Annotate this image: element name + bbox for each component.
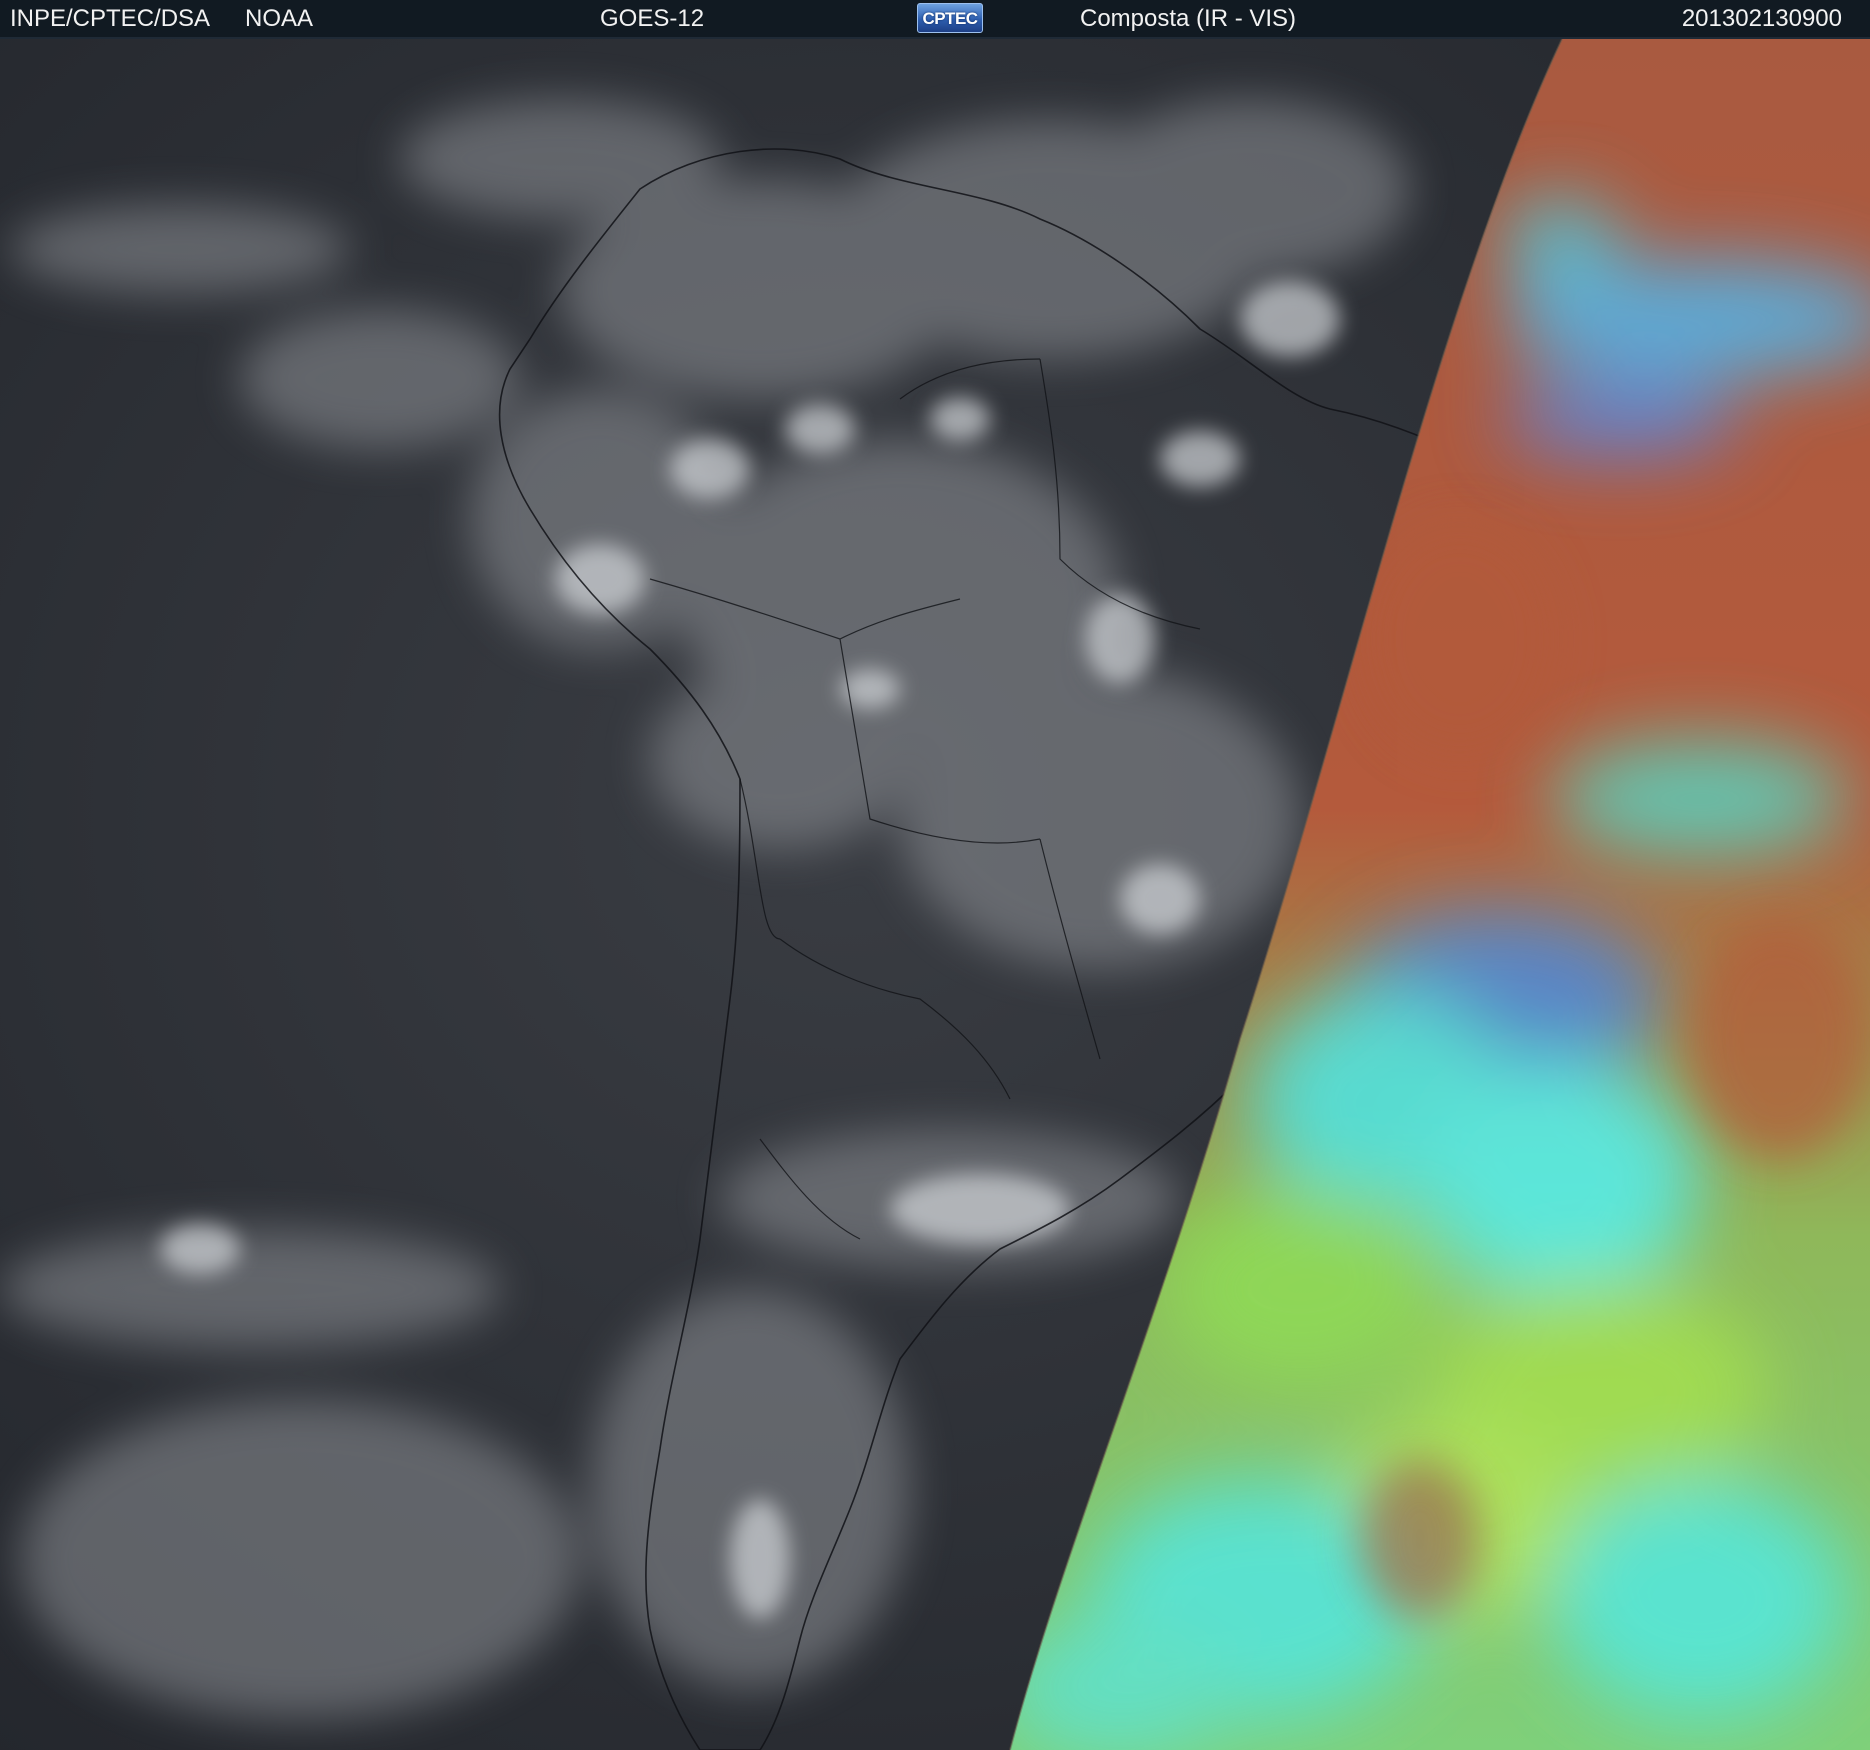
- cptec-logo: CPTEC: [917, 3, 983, 33]
- image-header-bar: INPE/CPTEC/DSA NOAA GOES-12 CPTEC Compos…: [0, 0, 1870, 39]
- product-label: Composta (IR - VIS): [1080, 5, 1297, 32]
- satellite-label: GOES-12: [600, 5, 705, 32]
- source-label: INPE/CPTEC/DSA: [10, 5, 211, 32]
- satellite-image-frame: INPE/CPTEC/DSA NOAA GOES-12 CPTEC Compos…: [0, 0, 1870, 1750]
- cptec-logo-text: CPTEC: [922, 8, 978, 28]
- agency-label: NOAA: [245, 5, 314, 32]
- composite-satellite-imagery: [0, 39, 1870, 1750]
- timestamp-label: 201302130900: [1681, 5, 1842, 32]
